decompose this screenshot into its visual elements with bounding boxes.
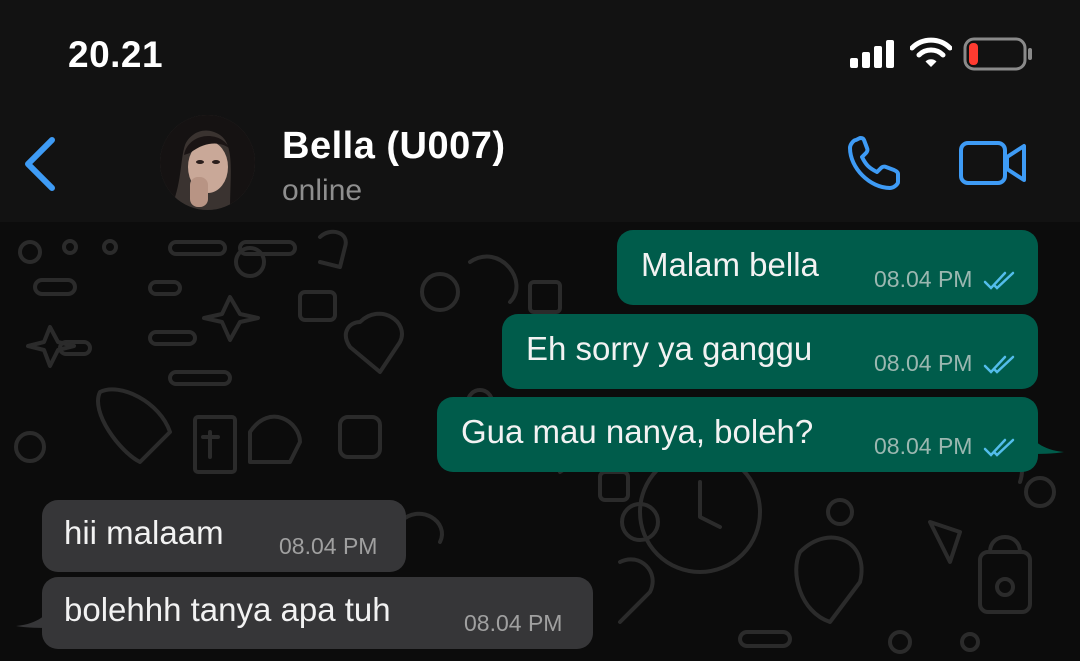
bubble-tail <box>1026 430 1064 454</box>
phone-icon[interactable] <box>846 134 904 192</box>
message-bubble-incoming[interactable]: hii malaam 08.04 PM <box>42 500 406 572</box>
message-bubble-incoming[interactable]: bolehhh tanya apa tuh 08.04 PM <box>42 577 593 649</box>
message-text: Eh sorry ya ganggu <box>526 330 813 367</box>
message-time: 08.04 PM <box>874 266 973 292</box>
message-text: Gua mau nanya, boleh? <box>461 413 814 450</box>
bubble-tail <box>16 604 54 628</box>
battery-low-icon <box>963 37 1032 71</box>
status-bar: 20.21 <box>0 0 1080 100</box>
chat-header: Bella (U007) online <box>0 100 1080 222</box>
read-ticks-icon <box>983 438 1015 457</box>
avatar[interactable] <box>160 115 255 210</box>
read-ticks-icon <box>983 271 1015 290</box>
video-camera-icon[interactable] <box>958 140 1028 186</box>
message-time: 08.04 PM <box>279 533 378 559</box>
message-text: Malam bella <box>641 246 819 283</box>
contact-status: online <box>282 174 363 207</box>
message-bubble-outgoing[interactable]: Gua mau nanya, boleh? 08.04 PM <box>437 397 1038 472</box>
avatar-photo <box>160 115 255 210</box>
message-time: 08.04 PM <box>874 433 973 459</box>
wifi-icon <box>910 37 952 67</box>
message-bubble-outgoing[interactable]: Eh sorry ya ganggu 08.04 PM <box>502 314 1038 389</box>
message-text: hii malaam <box>64 514 224 551</box>
message-time: 08.04 PM <box>464 610 563 636</box>
message-bubble-outgoing[interactable]: Malam bella 08.04 PM <box>617 230 1038 305</box>
status-time: 20.21 <box>68 34 164 75</box>
chevron-left-icon[interactable] <box>22 136 58 192</box>
cellular-signal-icon <box>850 40 894 68</box>
chat-area[interactable]: Malam bella 08.04 PM Eh sorry ya ganggu … <box>0 222 1080 661</box>
read-ticks-icon <box>983 355 1015 374</box>
contact-name[interactable]: Bella (U007) <box>282 125 506 168</box>
message-text: bolehhh tanya apa tuh <box>64 591 391 628</box>
message-time: 08.04 PM <box>874 350 973 376</box>
